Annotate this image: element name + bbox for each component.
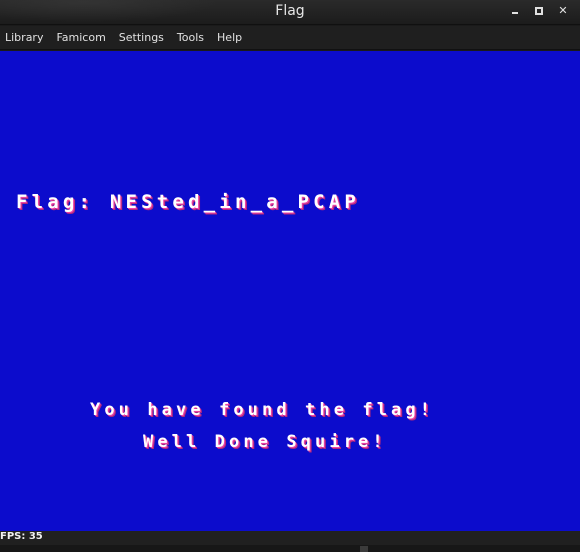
menu-settings[interactable]: Settings	[119, 31, 164, 44]
emulator-screen[interactable]: Flag: NESted_in_a_PCAP You have found th…	[0, 51, 580, 531]
minimize-icon[interactable]	[508, 4, 522, 18]
menu-tools[interactable]: Tools	[177, 31, 204, 44]
menu-help[interactable]: Help	[217, 31, 242, 44]
window-title: Flag	[275, 3, 305, 19]
window-controls: ✕	[508, 4, 570, 18]
close-icon[interactable]: ✕	[556, 4, 570, 18]
status-bar: FPS: 35	[0, 531, 580, 545]
flag-text: Flag: NESted_in_a_PCAP	[16, 191, 361, 213]
found-message: You have found the flag!	[90, 400, 435, 420]
well-done-message: Well Done Squire!	[143, 432, 387, 452]
emulator-window: Flag ✕ Library Famicom Settings Tools He…	[0, 0, 580, 552]
maximize-icon[interactable]	[532, 4, 546, 18]
title-bar: Flag ✕	[0, 0, 580, 25]
menu-library[interactable]: Library	[5, 31, 43, 44]
bottom-strip	[0, 545, 580, 552]
menu-famicom[interactable]: Famicom	[56, 31, 105, 44]
resize-grip[interactable]	[360, 546, 368, 552]
fps-counter: FPS: 35	[0, 531, 43, 542]
menu-bar: Library Famicom Settings Tools Help	[0, 26, 580, 50]
